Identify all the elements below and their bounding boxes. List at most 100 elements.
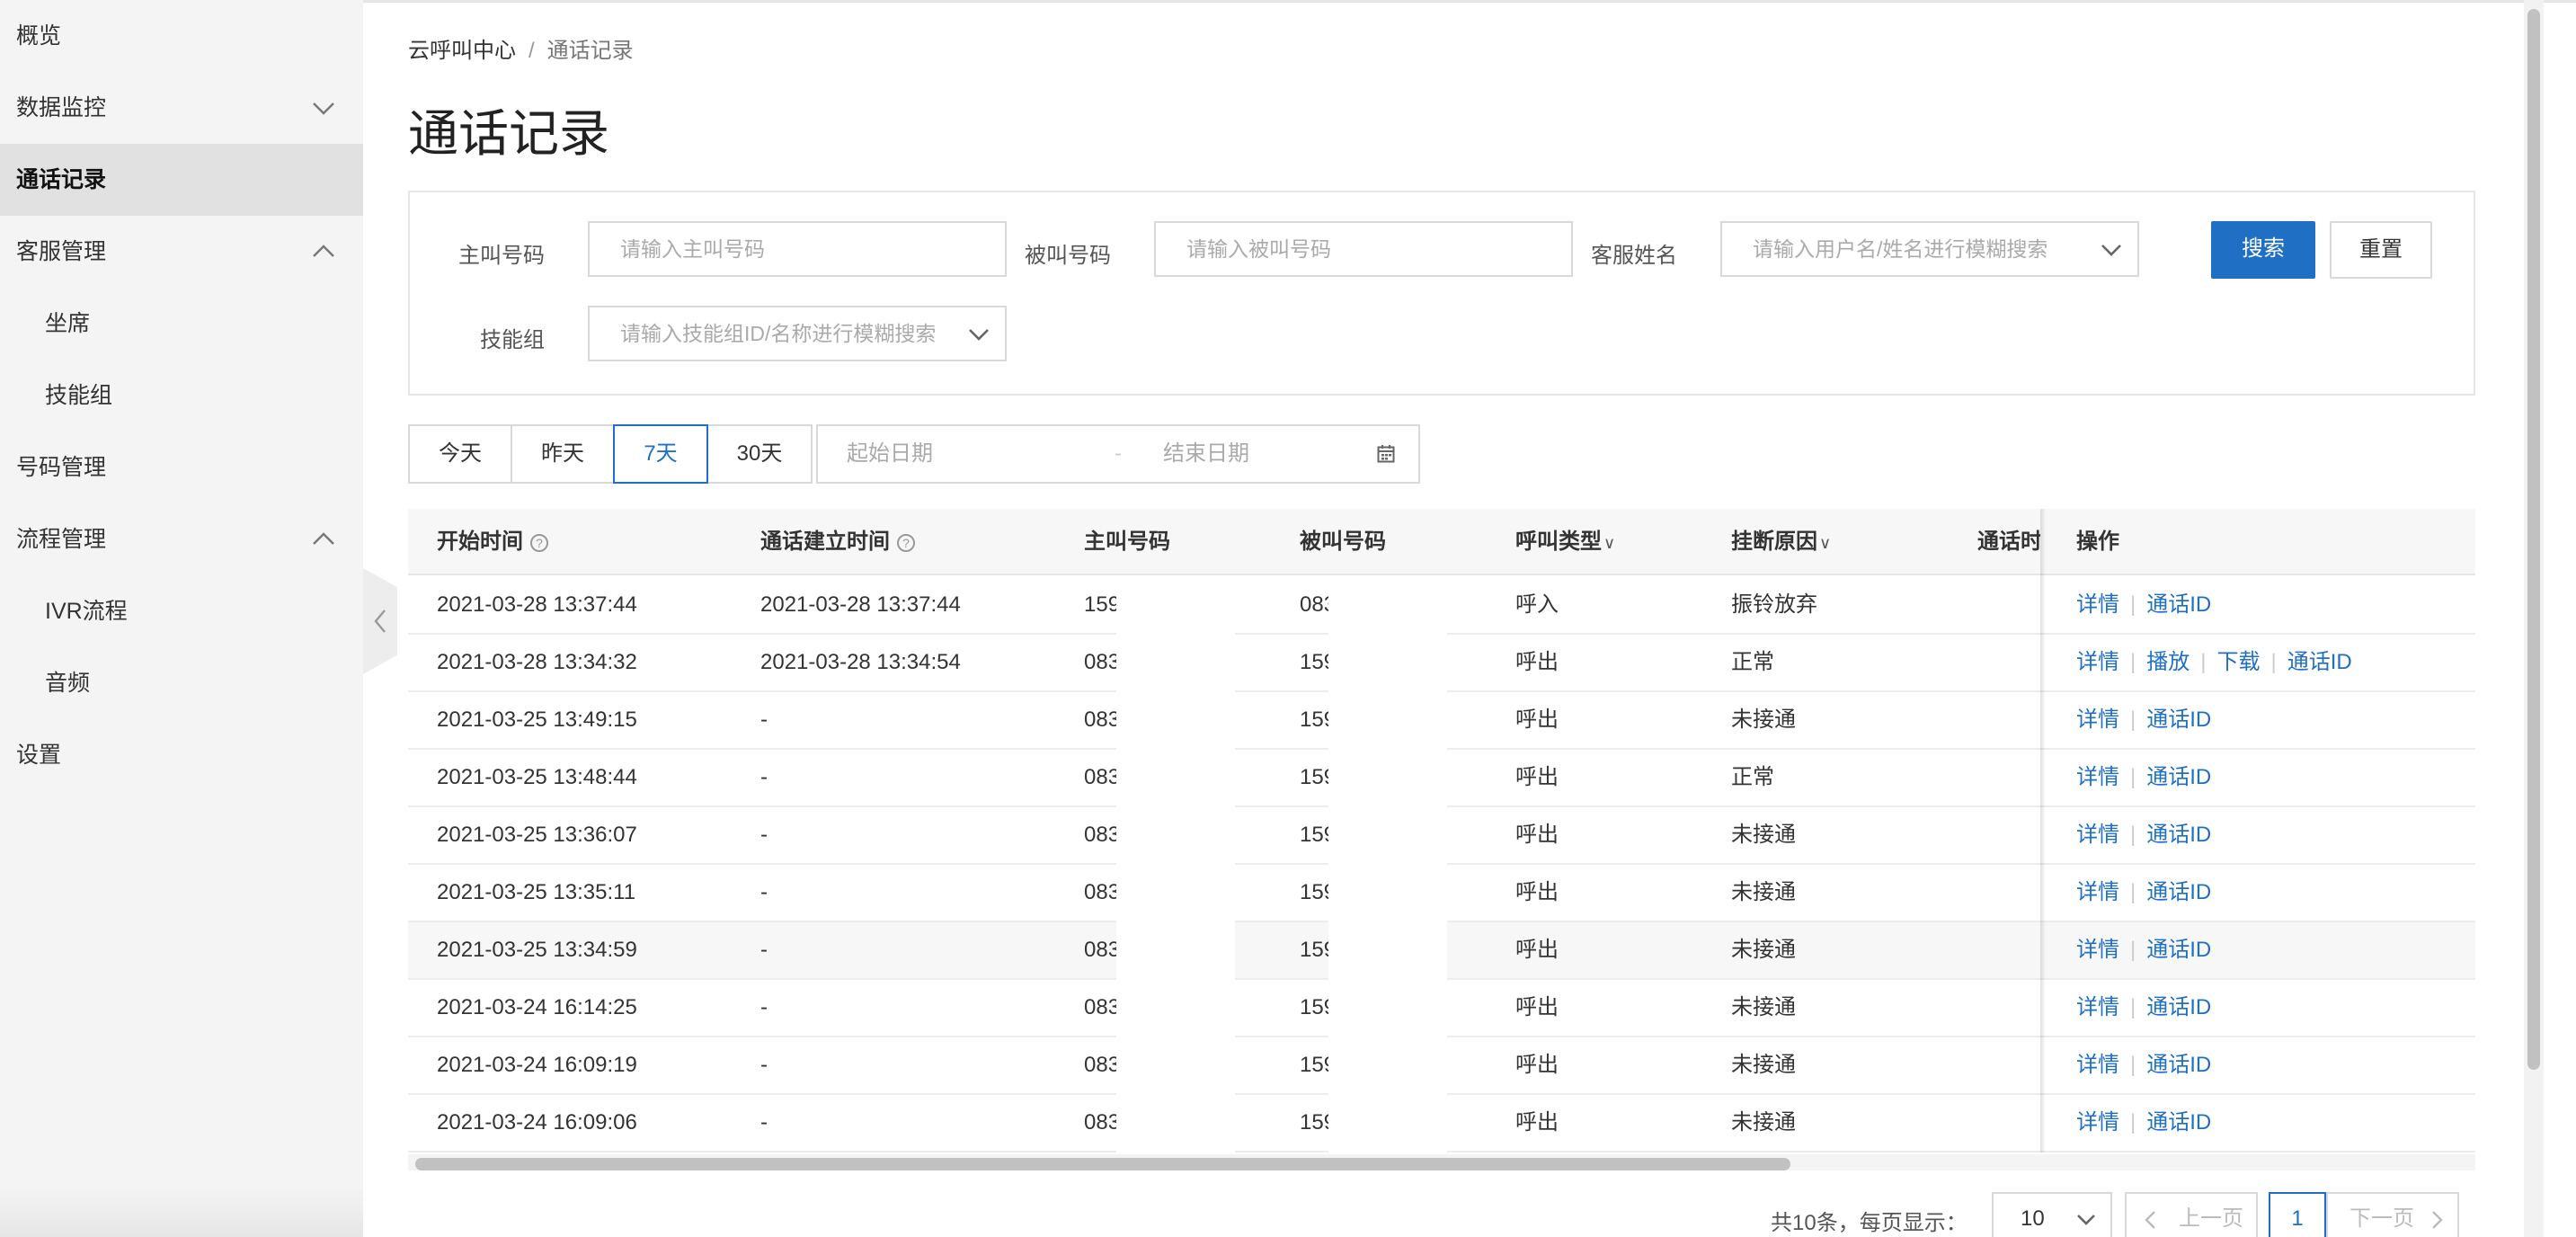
- date-30days-button[interactable]: 30天: [706, 424, 813, 484]
- detail-link[interactable]: 详情: [2076, 823, 2119, 847]
- date-7days-button[interactable]: 7天: [613, 424, 708, 484]
- cell-start-time: 2021-03-28 13:37:44: [437, 592, 637, 617]
- sidebar-item-data-monitor[interactable]: 数据监控: [0, 72, 363, 144]
- date-yesterday-button[interactable]: 昨天: [511, 424, 615, 484]
- table-horizontal-scroll-thumb[interactable]: [415, 1158, 1790, 1170]
- agent-select[interactable]: 请输入用户名/姓名进行模糊搜索: [1720, 221, 2139, 277]
- call-id-link[interactable]: 通话ID: [2146, 823, 2211, 847]
- col-caller: 主叫号码: [1084, 530, 1170, 554]
- detail-link[interactable]: 详情: [2076, 650, 2119, 674]
- detail-link[interactable]: 详情: [2076, 765, 2119, 789]
- cell-connect-time: -: [760, 1110, 768, 1135]
- call-id-link[interactable]: 通话ID: [2146, 1053, 2211, 1077]
- call-id-link[interactable]: 通话ID: [2146, 938, 2211, 962]
- detail-link[interactable]: 详情: [2076, 592, 2119, 617]
- cell-hangup-reason: 未接通: [1731, 1053, 1796, 1077]
- detail-link[interactable]: 详情: [2076, 1110, 2119, 1135]
- page-1-button[interactable]: 1: [2269, 1192, 2326, 1237]
- detail-link[interactable]: 详情: [2076, 938, 2119, 962]
- sidebar-item-service-mgmt[interactable]: 客服管理: [0, 216, 363, 288]
- cell-start-time: 2021-03-25 13:35:11: [437, 880, 636, 904]
- caller-input[interactable]: 请输入主叫号码: [588, 221, 1007, 277]
- col-connect-time[interactable]: 通话建立时间?: [760, 509, 915, 575]
- help-icon[interactable]: ?: [530, 533, 548, 552]
- cell-connect-time: -: [760, 823, 768, 847]
- breadcrumb-current: 通话记录: [546, 39, 634, 63]
- page-size-select[interactable]: 10: [1992, 1192, 2112, 1237]
- sidebar-item-flow-mgmt[interactable]: 流程管理: [0, 503, 363, 575]
- page-vertical-scroll-thumb[interactable]: [2527, 9, 2540, 1070]
- col-hangup-reason[interactable]: 挂断原因 ∨: [1731, 509, 1831, 575]
- col-call-type[interactable]: 呼叫类型 ∨: [1515, 509, 1615, 575]
- sidebar-item-ivr-flow[interactable]: IVR流程: [0, 575, 363, 647]
- sidebar-item-audio[interactable]: 音频: [0, 647, 363, 719]
- end-date-input[interactable]: 结束日期: [1163, 426, 1249, 482]
- sidebar-item-number-mgmt[interactable]: 号码管理: [0, 432, 363, 503]
- search-button[interactable]: 搜索: [2211, 221, 2315, 279]
- filter-caret-icon: ∨: [1819, 534, 1832, 552]
- chevron-left-icon: [2145, 1211, 2155, 1229]
- agent-label: 客服姓名: [1591, 244, 1677, 268]
- next-page-button[interactable]: 下一页: [2326, 1192, 2459, 1237]
- play-link[interactable]: 播放: [2146, 650, 2190, 674]
- call-id-link[interactable]: 通话ID: [2146, 707, 2211, 732]
- sidebar-shadow: [0, 1187, 363, 1237]
- cell-ops: 详情 | 通话ID: [2076, 922, 2211, 978]
- cell-hangup-reason: 未接通: [1731, 823, 1796, 847]
- call-id-link[interactable]: 通话ID: [2146, 880, 2211, 904]
- cell-connect-time: -: [760, 707, 768, 732]
- chevron-right-icon: [2432, 1211, 2443, 1229]
- sidebar-item-agents[interactable]: 坐席: [0, 288, 363, 360]
- prev-page-button[interactable]: 上一页: [2125, 1192, 2258, 1237]
- cell-hangup-reason: 未接通: [1731, 995, 1796, 1019]
- sidebar-item-label: 数据监控: [16, 95, 107, 120]
- date-range-picker[interactable]: 起始日期 - 结束日期: [816, 424, 1420, 484]
- cell-start-time: 2021-03-24 16:14:25: [437, 995, 637, 1019]
- sidebar-collapse-handle[interactable]: [363, 568, 397, 674]
- calendar-icon[interactable]: [1377, 444, 1395, 464]
- start-date-input[interactable]: 起始日期: [847, 426, 933, 482]
- reset-button[interactable]: 重置: [2330, 221, 2432, 279]
- cell-hangup-reason: 未接通: [1731, 938, 1796, 962]
- call-id-link[interactable]: 通话ID: [2146, 765, 2211, 789]
- breadcrumb-root[interactable]: 云呼叫中心: [408, 39, 516, 63]
- fixed-column-shadow: [2040, 509, 2046, 1152]
- callee-input[interactable]: 请输入被叫号码: [1154, 221, 1573, 277]
- cell-ops: 详情 | 通话ID: [2076, 692, 2211, 748]
- call-id-link[interactable]: 通话ID: [2146, 1110, 2211, 1135]
- sidebar-item-settings[interactable]: 设置: [0, 719, 363, 791]
- cell-start-time: 2021-03-25 13:34:59: [437, 938, 637, 962]
- detail-link[interactable]: 详情: [2076, 880, 2119, 904]
- ops-separator: |: [2130, 592, 2136, 617]
- detail-link[interactable]: 详情: [2076, 707, 2119, 732]
- sidebar-item-call-records[interactable]: 通话记录: [0, 144, 363, 216]
- prev-page-label: 上一页: [2179, 1206, 2243, 1231]
- sidebar-item-skill-groups[interactable]: 技能组: [0, 360, 363, 432]
- col-ops: 操作: [2076, 530, 2119, 554]
- call-id-link[interactable]: 通话ID: [2287, 650, 2352, 674]
- download-link[interactable]: 下载: [2216, 650, 2260, 674]
- cell-call-type: 呼出: [1515, 707, 1559, 732]
- ops-separator: |: [2130, 1053, 2136, 1077]
- cell-caller: 083: [1084, 880, 1121, 904]
- sidebar-item-label: 概览: [16, 23, 62, 49]
- call-id-link[interactable]: 通话ID: [2146, 592, 2211, 617]
- date-today-button[interactable]: 今天: [408, 424, 512, 484]
- cell-call-type: 呼出: [1515, 1053, 1559, 1077]
- sidebar-item-label: 流程管理: [16, 527, 107, 552]
- sidebar-item-overview[interactable]: 概览: [0, 0, 363, 72]
- detail-link[interactable]: 详情: [2076, 995, 2119, 1019]
- col-start-time[interactable]: 开始时间?: [437, 509, 548, 575]
- help-icon[interactable]: ?: [897, 533, 915, 552]
- skill-group-select[interactable]: 请输入技能组ID/名称进行模糊搜索: [588, 306, 1007, 361]
- ops-separator: |: [2130, 938, 2136, 962]
- chevron-down-icon: [313, 102, 334, 115]
- ops-separator: |: [2130, 1110, 2136, 1135]
- detail-link[interactable]: 详情: [2076, 1053, 2119, 1077]
- cell-ops: 详情 | 通话ID: [2076, 750, 2211, 805]
- cell-caller: 159: [1084, 592, 1121, 617]
- sidebar-item-label: 客服管理: [16, 239, 107, 264]
- call-id-link[interactable]: 通话ID: [2146, 995, 2211, 1019]
- sidebar-item-label: 音频: [45, 671, 91, 696]
- cell-ops: 详情 | 通话ID: [2076, 980, 2211, 1036]
